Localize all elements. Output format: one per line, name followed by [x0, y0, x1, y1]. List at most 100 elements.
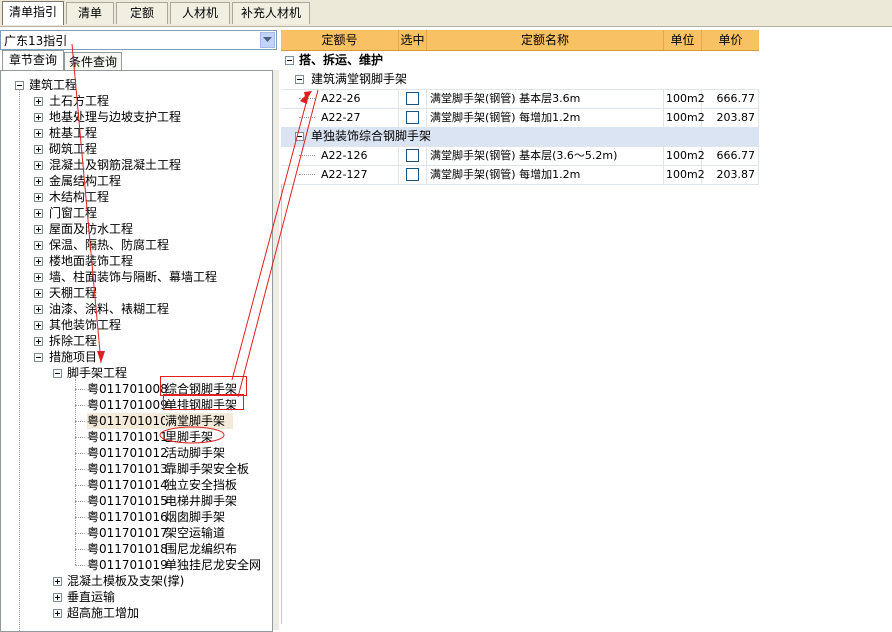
tab-chapter-query[interactable]: 章节查询: [2, 50, 64, 71]
chapter-expand-icon[interactable]: [34, 209, 43, 218]
group-collapse-icon[interactable]: [285, 56, 294, 65]
chapter-expand-icon[interactable]: [34, 337, 43, 346]
tree-item-name[interactable]: 满堂脚手架: [165, 413, 234, 429]
tree-item-code[interactable]: 粤011701017: [87, 525, 168, 541]
select-checkbox[interactable]: [406, 149, 419, 162]
chapter-expand-icon[interactable]: [34, 145, 43, 154]
tree-section-item[interactable]: 混凝土模板及支架(撑): [67, 573, 184, 589]
tree-item-code[interactable]: 粤011701019: [87, 557, 168, 573]
tree-chapter-item[interactable]: 其他装饰工程: [49, 317, 121, 333]
tab-supplement-labor-material[interactable]: 补充人材机: [232, 2, 310, 24]
tree-chapter-item[interactable]: 措施项目: [49, 349, 97, 365]
tree-root-building-works[interactable]: 建筑工程: [29, 77, 77, 93]
select-cell[interactable]: [399, 165, 427, 184]
tree-item-code[interactable]: 粤011701009: [87, 397, 168, 413]
chapter-expand-icon[interactable]: [34, 97, 43, 106]
subgroup-collapse-icon[interactable]: [295, 132, 304, 141]
subgroup-row[interactable]: 建筑满堂钢脚手架: [281, 70, 759, 90]
chevron-down-icon[interactable]: [260, 32, 275, 48]
tree-chapter-item[interactable]: 天棚工程: [49, 285, 97, 301]
tree-chapter-item[interactable]: 金属结构工程: [49, 173, 121, 189]
tree-section-item[interactable]: 超高施工增加: [67, 605, 139, 621]
tree-item-name[interactable]: 架空运输道: [165, 525, 225, 541]
tree-chapter-item[interactable]: 墙、柱面装饰与隔断、幕墙工程: [49, 269, 217, 285]
tab-list-guide[interactable]: 清单指引: [2, 1, 64, 25]
section-expand-icon[interactable]: [53, 609, 62, 618]
tree-chapter-item[interactable]: 混凝土及钢筋混凝土工程: [49, 157, 181, 173]
quota-row[interactable]: A22-27 满堂脚手架(钢管) 每增加1.2m 100m2 203.87: [281, 108, 759, 128]
tree-item-name[interactable]: 活动脚手架: [165, 445, 225, 461]
tree-section-scaffolding[interactable]: 脚手架工程: [67, 365, 127, 381]
section-expand-icon[interactable]: [53, 593, 62, 602]
tree-chapter-item[interactable]: 桩基工程: [49, 125, 97, 141]
chapter-expand-icon[interactable]: [34, 113, 43, 122]
select-checkbox[interactable]: [406, 168, 419, 181]
group-row[interactable]: 搭、拆运、维护: [281, 51, 759, 71]
tab-condition-query[interactable]: 条件查询: [64, 52, 122, 71]
tree-item-code[interactable]: 粤011701016: [87, 509, 168, 525]
chapter-expand-icon[interactable]: [34, 257, 43, 266]
quota-row[interactable]: A22-127 满堂脚手架(钢管) 每增加1.2m 100m2 203.87: [281, 165, 759, 185]
col-unit[interactable]: 单位: [664, 30, 702, 50]
section-collapse-icon[interactable]: [53, 369, 62, 378]
chapter-expand-icon[interactable]: [34, 161, 43, 170]
select-cell[interactable]: [399, 146, 427, 165]
tab-list[interactable]: 清单: [66, 2, 114, 24]
tree-item-code[interactable]: 粤011701014: [87, 477, 168, 493]
tree-item-name[interactable]: 围尼龙编织布: [165, 541, 237, 557]
tab-labor-material-machine[interactable]: 人材机: [170, 2, 230, 24]
tree-chapter-item[interactable]: 门窗工程: [49, 205, 97, 221]
select-checkbox[interactable]: [406, 92, 419, 105]
chapter-expand-icon[interactable]: [34, 305, 43, 314]
tree-item-name[interactable]: 单独挂尼龙安全网: [165, 557, 261, 573]
select-cell[interactable]: [399, 89, 427, 108]
tree-chapter-item[interactable]: 地基处理与边坡支护工程: [49, 109, 181, 125]
tree-item-code[interactable]: 粤011701012: [87, 445, 168, 461]
tree-chapter-item[interactable]: 保温、隔热、防腐工程: [49, 237, 169, 253]
chapter-expand-icon[interactable]: [34, 289, 43, 298]
tab-quota[interactable]: 定额: [116, 2, 168, 24]
chapter-expand-icon[interactable]: [34, 193, 43, 202]
unit-cell: 100m2: [664, 108, 705, 127]
tree-item-name[interactable]: 电梯井脚手架: [165, 493, 237, 509]
guide-select[interactable]: 广东13指引: [0, 30, 277, 50]
tree-item-name[interactable]: 里脚手架: [165, 429, 213, 445]
tree-item-code[interactable]: 粤011701011: [87, 429, 168, 445]
tree-chapter-item[interactable]: 砌筑工程: [49, 141, 97, 157]
chapter-expand-icon[interactable]: [34, 177, 43, 186]
tree-item-code[interactable]: 粤011701018: [87, 541, 168, 557]
select-cell[interactable]: [399, 108, 427, 127]
tree-item-code[interactable]: 粤011701013: [87, 461, 168, 477]
tree-item-code[interactable]: 粤011701008: [87, 381, 168, 397]
tree-section-item[interactable]: 垂直运输: [67, 589, 115, 605]
chapter-expand-icon[interactable]: [34, 225, 43, 234]
col-quota-code[interactable]: 定额号: [281, 30, 399, 50]
quota-row[interactable]: A22-26 满堂脚手架(钢管) 基本层3.6m 100m2 666.77: [281, 89, 759, 109]
col-unit-price[interactable]: 单价: [702, 30, 759, 50]
tree-chapter-item[interactable]: 木结构工程: [49, 189, 109, 205]
subgroup-collapse-icon[interactable]: [295, 75, 304, 84]
tree-chapter-item[interactable]: 油漆、涂料、裱糊工程: [49, 301, 169, 317]
tree-chapter-item[interactable]: 屋面及防水工程: [49, 221, 133, 237]
tree-scrollbar[interactable]: [273, 70, 279, 630]
tree-item-code[interactable]: 粤011701010: [87, 413, 168, 429]
tree-chapter-item[interactable]: 土石方工程: [49, 93, 109, 109]
tree-item-name[interactable]: 靠脚手架安全板: [165, 461, 249, 477]
chapter-expand-icon[interactable]: [34, 273, 43, 282]
top-tab-bar: 清单指引 清单 定额 人材机 补充人材机: [0, 0, 892, 27]
quota-row[interactable]: A22-126 满堂脚手架(钢管) 基本层(3.6～5.2m) 100m2 666.7…: [281, 146, 759, 166]
col-selected[interactable]: 选中: [399, 30, 427, 50]
tree-chapter-item[interactable]: 楼地面装饰工程: [49, 253, 133, 269]
chapter-expand-icon[interactable]: [34, 321, 43, 330]
tree-item-code[interactable]: 粤011701015: [87, 493, 168, 509]
chapter-collapse-icon[interactable]: [34, 353, 43, 362]
tree-chapter-item[interactable]: 拆除工程: [49, 333, 97, 349]
tree-item-name[interactable]: 烟囱脚手架: [165, 509, 225, 525]
chapter-expand-icon[interactable]: [34, 241, 43, 250]
tree-item-name[interactable]: 独立安全挡板: [165, 477, 237, 493]
select-checkbox[interactable]: [406, 111, 419, 124]
section-expand-icon[interactable]: [53, 577, 62, 586]
chapter-expand-icon[interactable]: [34, 129, 43, 138]
col-quota-name[interactable]: 定额名称: [427, 30, 664, 50]
subgroup-row[interactable]: 单独装饰综合钢脚手架: [281, 127, 759, 147]
